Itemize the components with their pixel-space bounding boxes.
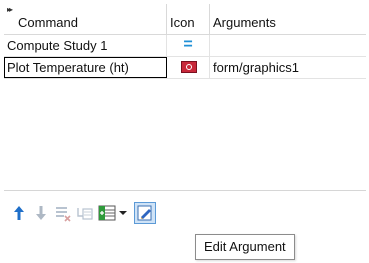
dropdown-arrow-icon xyxy=(119,211,127,215)
add-command-button[interactable] xyxy=(96,202,118,224)
plot-icon xyxy=(181,61,197,73)
edit-argument-button[interactable] xyxy=(134,202,156,224)
move-down-button[interactable] xyxy=(30,202,52,224)
delete-icon xyxy=(56,207,71,222)
icon-cell[interactable] xyxy=(167,57,210,78)
add-command-dropdown[interactable] xyxy=(116,202,130,224)
divider xyxy=(4,190,366,191)
icon-cell[interactable]: = xyxy=(167,35,210,56)
arguments-cell[interactable] xyxy=(210,35,366,56)
column-header-icon[interactable]: Icon xyxy=(167,4,210,34)
edit-argument-icon xyxy=(137,205,152,221)
column-header-arguments[interactable]: Arguments xyxy=(210,4,366,34)
move-up-button[interactable] xyxy=(8,202,30,224)
move-down-icon xyxy=(36,206,46,220)
equals-icon: = xyxy=(183,36,193,53)
move-up-icon xyxy=(14,206,24,220)
command-table: ▸▸ Command Icon Arguments Compute Study … xyxy=(4,4,366,79)
table-header: ▸▸ Command Icon Arguments xyxy=(4,4,366,35)
table-row[interactable]: Plot Temperature (ht) form/graphics1 xyxy=(4,57,366,79)
command-cell[interactable]: Compute Study 1 xyxy=(4,35,167,56)
clear-table-button[interactable] xyxy=(74,202,96,224)
clear-table-icon xyxy=(77,208,93,220)
add-command-icon xyxy=(98,205,116,221)
command-cell[interactable]: Plot Temperature (ht) xyxy=(4,57,167,78)
arguments-cell[interactable]: form/graphics1 xyxy=(210,57,366,78)
column-header-command[interactable]: ▸▸ Command xyxy=(4,4,167,34)
delete-button[interactable] xyxy=(52,202,74,224)
tooltip: Edit Argument xyxy=(195,234,295,260)
table-row[interactable]: Compute Study 1 = xyxy=(4,35,366,57)
expand-icon[interactable]: ▸▸ xyxy=(7,5,13,30)
